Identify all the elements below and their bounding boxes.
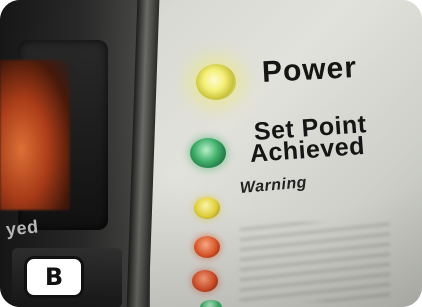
left-panel-text: yed: [4, 216, 40, 240]
bottom-led: [192, 270, 218, 292]
static-led: [194, 236, 220, 258]
power-label: Power: [261, 51, 358, 89]
set-point-led: [190, 138, 226, 168]
power-led: [196, 64, 236, 100]
bottom-green-led: [200, 300, 222, 307]
blurred-labels: [240, 222, 390, 302]
panel-badge: B: [24, 256, 84, 298]
warning-led: [194, 197, 220, 219]
orange-indicator-glow: [0, 60, 70, 210]
